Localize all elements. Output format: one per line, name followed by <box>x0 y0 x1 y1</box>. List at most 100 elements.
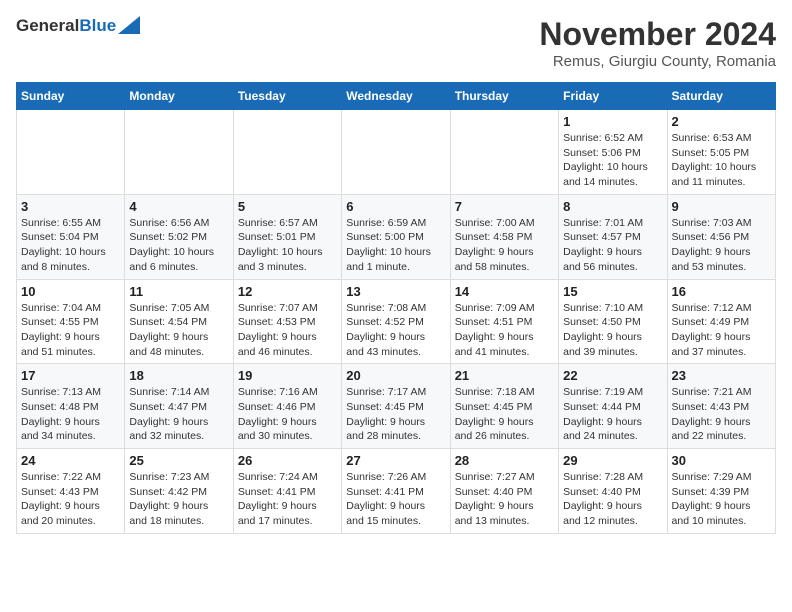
calendar-cell <box>342 110 450 195</box>
calendar-cell: 3 Sunrise: 6:55 AM Sunset: 5:04 PM Daylig… <box>17 194 125 279</box>
day-info: Sunrise: 7:21 AM Sunset: 4:43 PM Dayligh… <box>672 385 771 444</box>
day-number: 3 <box>21 199 120 214</box>
day-number: 23 <box>672 368 771 383</box>
day-info: Sunrise: 7:03 AM Sunset: 4:56 PM Dayligh… <box>672 216 771 275</box>
day-info: Sunrise: 7:28 AM Sunset: 4:40 PM Dayligh… <box>563 470 662 529</box>
logo: GeneralBlue <box>16 16 140 36</box>
location-subtitle: Remus, Giurgiu County, Romania <box>539 53 776 70</box>
day-info: Sunrise: 6:53 AM Sunset: 5:05 PM Dayligh… <box>672 131 771 190</box>
weekday-header-wednesday: Wednesday <box>342 83 450 110</box>
calendar-cell: 20Sunrise: 7:17 AM Sunset: 4:45 PM Dayli… <box>342 364 450 449</box>
day-info: Sunrise: 7:10 AM Sunset: 4:50 PM Dayligh… <box>563 301 662 360</box>
day-info: Sunrise: 7:09 AM Sunset: 4:51 PM Dayligh… <box>455 301 554 360</box>
day-info: Sunrise: 7:12 AM Sunset: 4:49 PM Dayligh… <box>672 301 771 360</box>
calendar-cell <box>125 110 233 195</box>
calendar-cell: 8 Sunrise: 7:01 AM Sunset: 4:57 PM Daylig… <box>559 194 667 279</box>
calendar-week-5: 24 Sunrise: 7:22 AM Sunset: 4:43 PM Dayli… <box>17 449 776 534</box>
day-number: 15 <box>563 284 662 299</box>
day-info: Sunrise: 7:27 AM Sunset: 4:40 PM Dayligh… <box>455 470 554 529</box>
calendar-cell: 27 Sunrise: 7:26 AM Sunset: 4:41 PM Dayli… <box>342 449 450 534</box>
day-number: 22 <box>563 368 662 383</box>
calendar-cell: 22 Sunrise: 7:19 AM Sunset: 4:44 PM Dayli… <box>559 364 667 449</box>
calendar-cell: 16 Sunrise: 7:12 AM Sunset: 4:49 PM Dayli… <box>667 279 775 364</box>
day-number: 6 <box>346 199 445 214</box>
calendar-cell <box>450 110 558 195</box>
weekday-header-tuesday: Tuesday <box>233 83 341 110</box>
calendar-cell: 25 Sunrise: 7:23 AM Sunset: 4:42 PM Dayli… <box>125 449 233 534</box>
day-number: 26 <box>238 453 337 468</box>
calendar-cell: 29 Sunrise: 7:28 AM Sunset: 4:40 PM Dayli… <box>559 449 667 534</box>
day-number: 12 <box>238 284 337 299</box>
day-number: 8 <box>563 199 662 214</box>
day-info: Sunrise: 7:07 AM Sunset: 4:53 PM Dayligh… <box>238 301 337 360</box>
day-number: 25 <box>129 453 228 468</box>
calendar-week-2: 3 Sunrise: 6:55 AM Sunset: 5:04 PM Daylig… <box>17 194 776 279</box>
calendar-cell <box>233 110 341 195</box>
day-number: 9 <box>672 199 771 214</box>
day-number: 4 <box>129 199 228 214</box>
calendar-cell: 14 Sunrise: 7:09 AM Sunset: 4:51 PM Dayli… <box>450 279 558 364</box>
day-number: 19 <box>238 368 337 383</box>
weekday-header-sunday: Sunday <box>17 83 125 110</box>
day-number: 16 <box>672 284 771 299</box>
calendar-cell: 19 Sunrise: 7:16 AM Sunset: 4:46 PM Dayli… <box>233 364 341 449</box>
day-info: Sunrise: 7:13 AM Sunset: 4:48 PM Dayligh… <box>21 385 120 444</box>
day-info: Sunrise: 6:55 AM Sunset: 5:04 PM Dayligh… <box>21 216 120 275</box>
calendar-cell: 2 Sunrise: 6:53 AM Sunset: 5:05 PM Daylig… <box>667 110 775 195</box>
weekday-row: SundayMondayTuesdayWednesdayThursdayFrid… <box>17 83 776 110</box>
day-number: 7 <box>455 199 554 214</box>
calendar-cell: 7 Sunrise: 7:00 AM Sunset: 4:58 PM Daylig… <box>450 194 558 279</box>
day-number: 10 <box>21 284 120 299</box>
day-number: 20 <box>346 368 445 383</box>
day-number: 21 <box>455 368 554 383</box>
day-number: 29 <box>563 453 662 468</box>
day-info: Sunrise: 7:23 AM Sunset: 4:42 PM Dayligh… <box>129 470 228 529</box>
day-info: Sunrise: 7:01 AM Sunset: 4:57 PM Dayligh… <box>563 216 662 275</box>
calendar-cell: 24 Sunrise: 7:22 AM Sunset: 4:43 PM Dayli… <box>17 449 125 534</box>
day-info: Sunrise: 7:24 AM Sunset: 4:41 PM Dayligh… <box>238 470 337 529</box>
logo-text: GeneralBlue <box>16 16 116 36</box>
calendar-cell: 15 Sunrise: 7:10 AM Sunset: 4:50 PM Dayli… <box>559 279 667 364</box>
day-info: Sunrise: 7:14 AM Sunset: 4:47 PM Dayligh… <box>129 385 228 444</box>
day-number: 14 <box>455 284 554 299</box>
calendar-cell: 21Sunrise: 7:18 AM Sunset: 4:45 PM Dayli… <box>450 364 558 449</box>
day-number: 1 <box>563 114 662 129</box>
day-info: Sunrise: 7:26 AM Sunset: 4:41 PM Dayligh… <box>346 470 445 529</box>
day-info: Sunrise: 6:57 AM Sunset: 5:01 PM Dayligh… <box>238 216 337 275</box>
calendar-cell: 13Sunrise: 7:08 AM Sunset: 4:52 PM Dayli… <box>342 279 450 364</box>
calendar-cell: 11Sunrise: 7:05 AM Sunset: 4:54 PM Dayli… <box>125 279 233 364</box>
calendar-cell: 23 Sunrise: 7:21 AM Sunset: 4:43 PM Dayli… <box>667 364 775 449</box>
day-number: 30 <box>672 453 771 468</box>
day-info: Sunrise: 7:00 AM Sunset: 4:58 PM Dayligh… <box>455 216 554 275</box>
day-number: 27 <box>346 453 445 468</box>
day-info: Sunrise: 7:22 AM Sunset: 4:43 PM Dayligh… <box>21 470 120 529</box>
calendar-cell: 18 Sunrise: 7:14 AM Sunset: 4:47 PM Dayli… <box>125 364 233 449</box>
logo-icon <box>118 16 140 34</box>
calendar-cell: 26 Sunrise: 7:24 AM Sunset: 4:41 PM Dayli… <box>233 449 341 534</box>
calendar-cell: 4 Sunrise: 6:56 AM Sunset: 5:02 PM Daylig… <box>125 194 233 279</box>
day-info: Sunrise: 7:05 AM Sunset: 4:54 PM Dayligh… <box>129 301 228 360</box>
month-title: November 2024 <box>539 16 776 53</box>
calendar-cell: 17Sunrise: 7:13 AM Sunset: 4:48 PM Dayli… <box>17 364 125 449</box>
calendar-cell: 5 Sunrise: 6:57 AM Sunset: 5:01 PM Daylig… <box>233 194 341 279</box>
day-number: 2 <box>672 114 771 129</box>
weekday-header-thursday: Thursday <box>450 83 558 110</box>
day-info: Sunrise: 7:16 AM Sunset: 4:46 PM Dayligh… <box>238 385 337 444</box>
day-info: Sunrise: 6:52 AM Sunset: 5:06 PM Dayligh… <box>563 131 662 190</box>
day-info: Sunrise: 7:19 AM Sunset: 4:44 PM Dayligh… <box>563 385 662 444</box>
day-number: 5 <box>238 199 337 214</box>
calendar-cell: 28Sunrise: 7:27 AM Sunset: 4:40 PM Dayli… <box>450 449 558 534</box>
day-number: 13 <box>346 284 445 299</box>
calendar-cell: 30Sunrise: 7:29 AM Sunset: 4:39 PM Dayli… <box>667 449 775 534</box>
calendar-body: 1 Sunrise: 6:52 AM Sunset: 5:06 PM Daylig… <box>17 110 776 534</box>
day-number: 18 <box>129 368 228 383</box>
calendar-cell: 6 Sunrise: 6:59 AM Sunset: 5:00 PM Daylig… <box>342 194 450 279</box>
page-header: GeneralBlue November 2024 Remus, Giurgiu… <box>16 16 776 70</box>
weekday-header-monday: Monday <box>125 83 233 110</box>
calendar-week-4: 17Sunrise: 7:13 AM Sunset: 4:48 PM Dayli… <box>17 364 776 449</box>
day-info: Sunrise: 6:59 AM Sunset: 5:00 PM Dayligh… <box>346 216 445 275</box>
calendar-cell: 9 Sunrise: 7:03 AM Sunset: 4:56 PM Daylig… <box>667 194 775 279</box>
day-info: Sunrise: 6:56 AM Sunset: 5:02 PM Dayligh… <box>129 216 228 275</box>
day-number: 24 <box>21 453 120 468</box>
title-block: November 2024 Remus, Giurgiu County, Rom… <box>539 16 776 70</box>
